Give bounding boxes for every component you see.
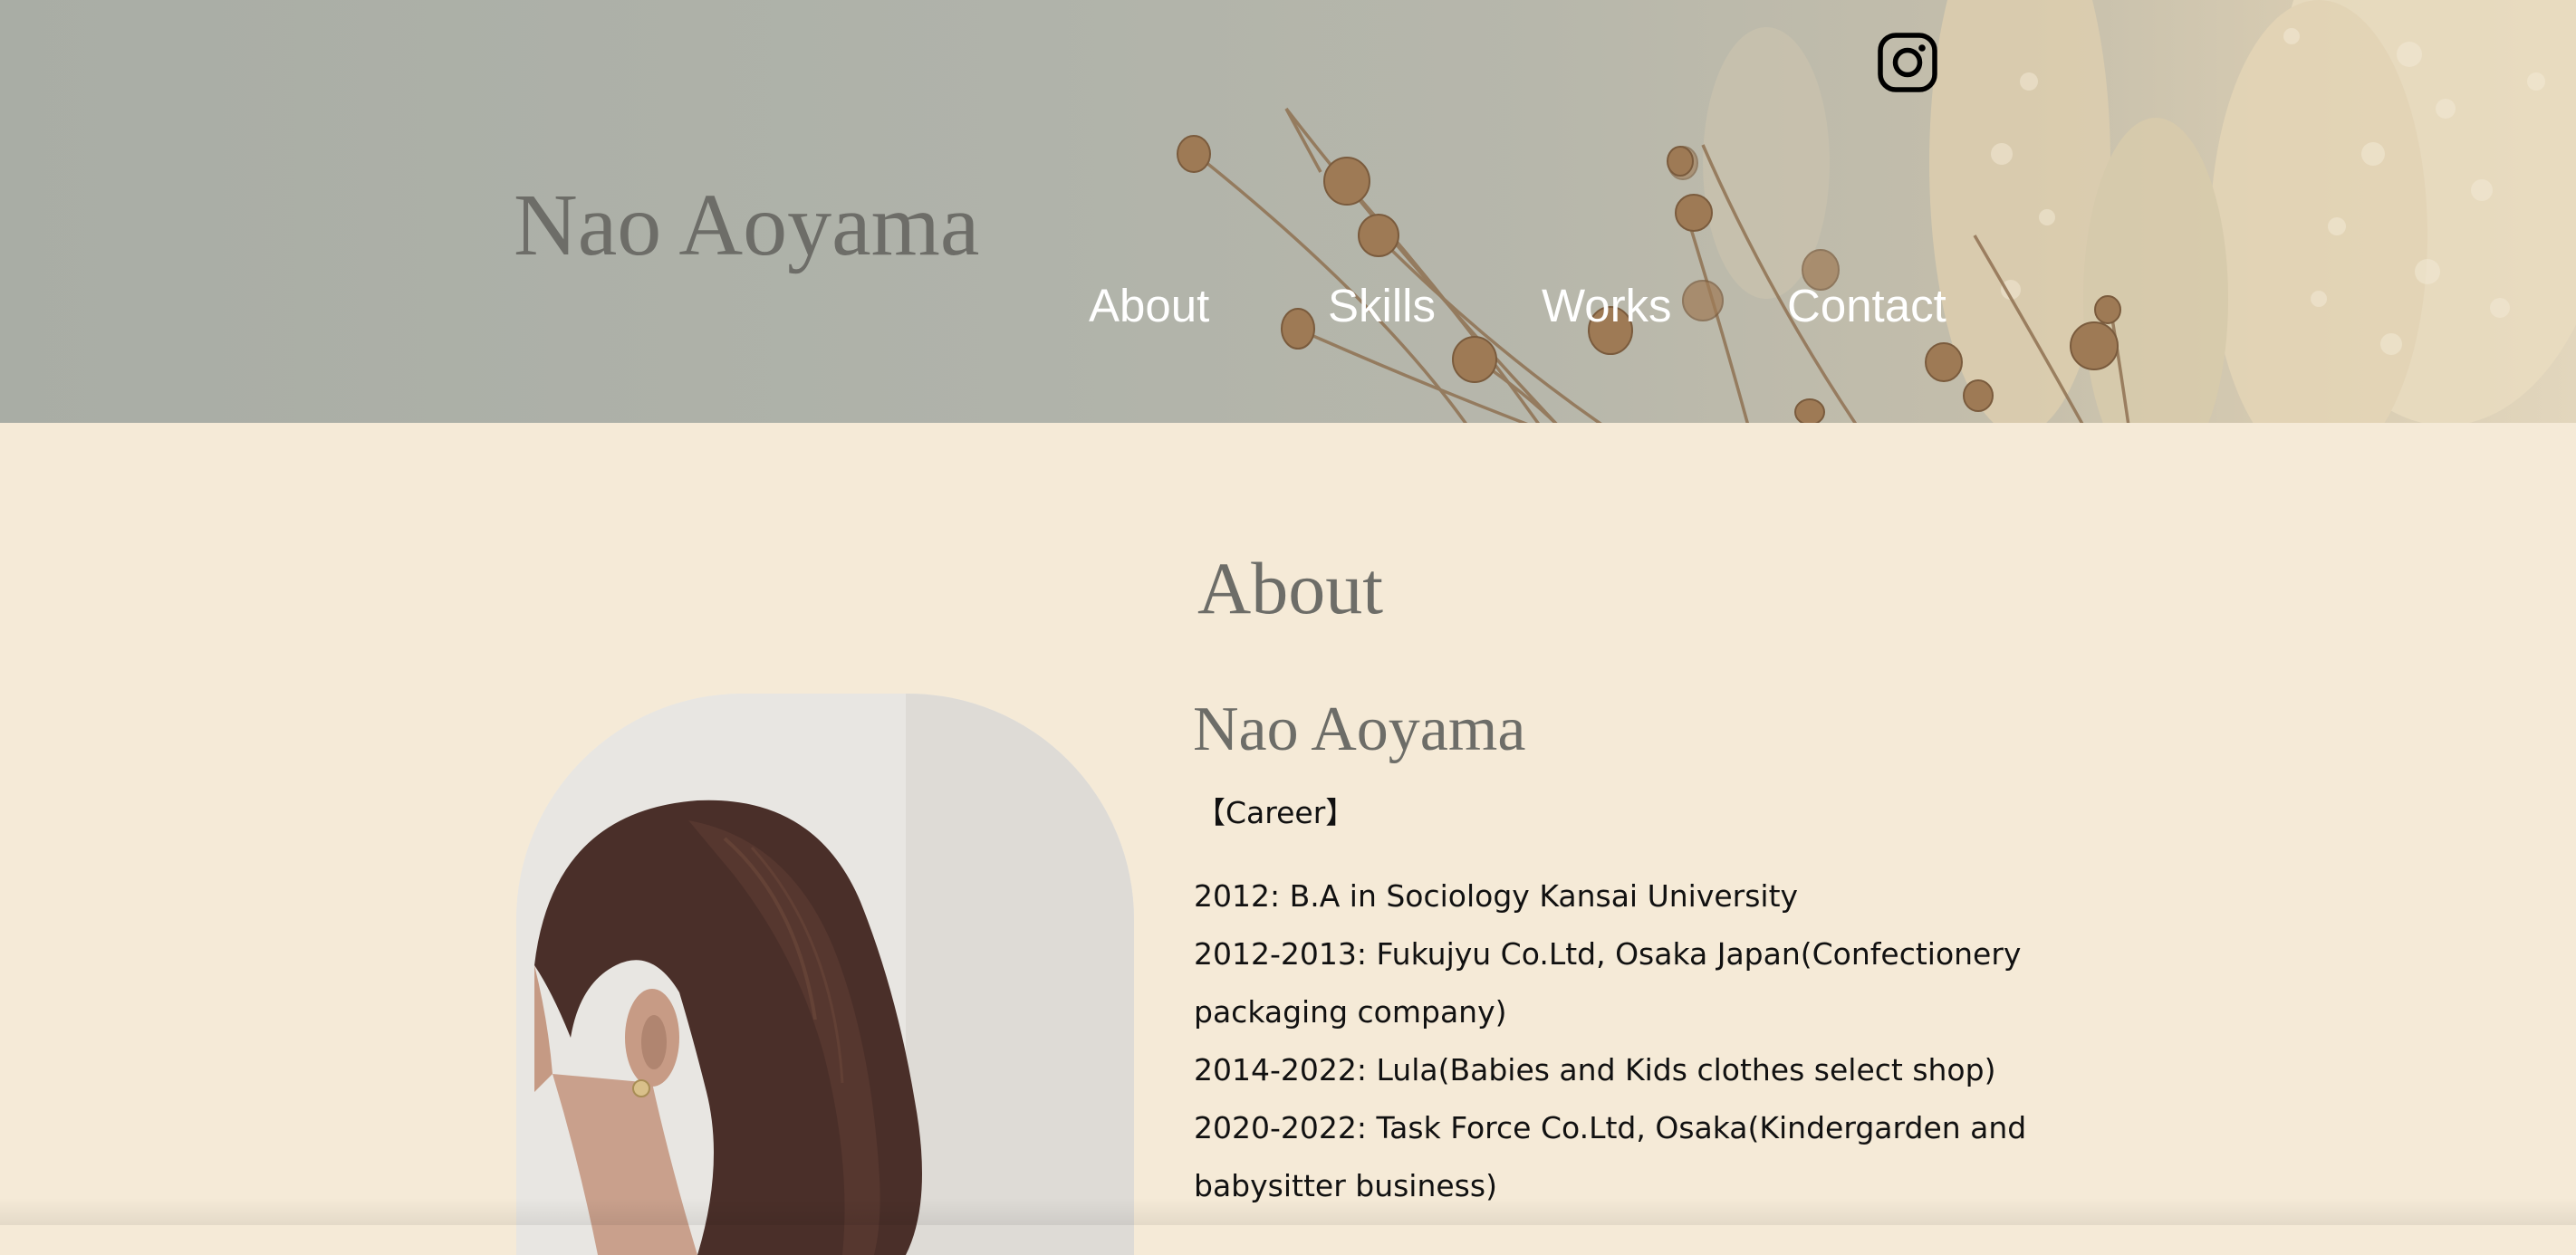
career-item: 2012: B.A in Sociology Kansai University <box>1194 878 1799 914</box>
profile-photo <box>516 694 1134 1255</box>
dried-flowers-background-image <box>1177 0 2576 423</box>
site-brand-title[interactable]: Nao Aoyama <box>514 181 979 270</box>
nav-link-contact[interactable]: Contact <box>1787 283 1946 329</box>
nav-link-works[interactable]: Works <box>1542 283 1672 329</box>
career-item: 2014-2022: Lula(Babies and Kids clothes … <box>1194 1052 1996 1087</box>
hero-header: Nao Aoyama About Skills Works Contact <box>0 0 2576 423</box>
person-name: Nao Aoyama <box>1193 695 1526 764</box>
nav-link-about[interactable]: About <box>1089 283 1209 329</box>
woman-profile-image <box>516 694 1134 1255</box>
career-item: 2012-2013: Fukujyu Co.Ltd, Osaka Japan(C… <box>1194 936 2022 1030</box>
career-item: 2020-2022: Task Force Co.Ltd, Osaka(Kind… <box>1194 1110 2027 1203</box>
about-section: About Nao Aoyama 【Career】 2012: B.A in S… <box>0 423 2576 1255</box>
about-heading: About <box>1197 547 1383 629</box>
instagram-icon[interactable] <box>1876 31 1939 94</box>
nav-link-skills[interactable]: Skills <box>1328 283 1436 329</box>
career-label: 【Career】 <box>1196 795 1356 830</box>
career-list: 2012: B.A in Sociology Kansai University… <box>1194 867 2045 1215</box>
